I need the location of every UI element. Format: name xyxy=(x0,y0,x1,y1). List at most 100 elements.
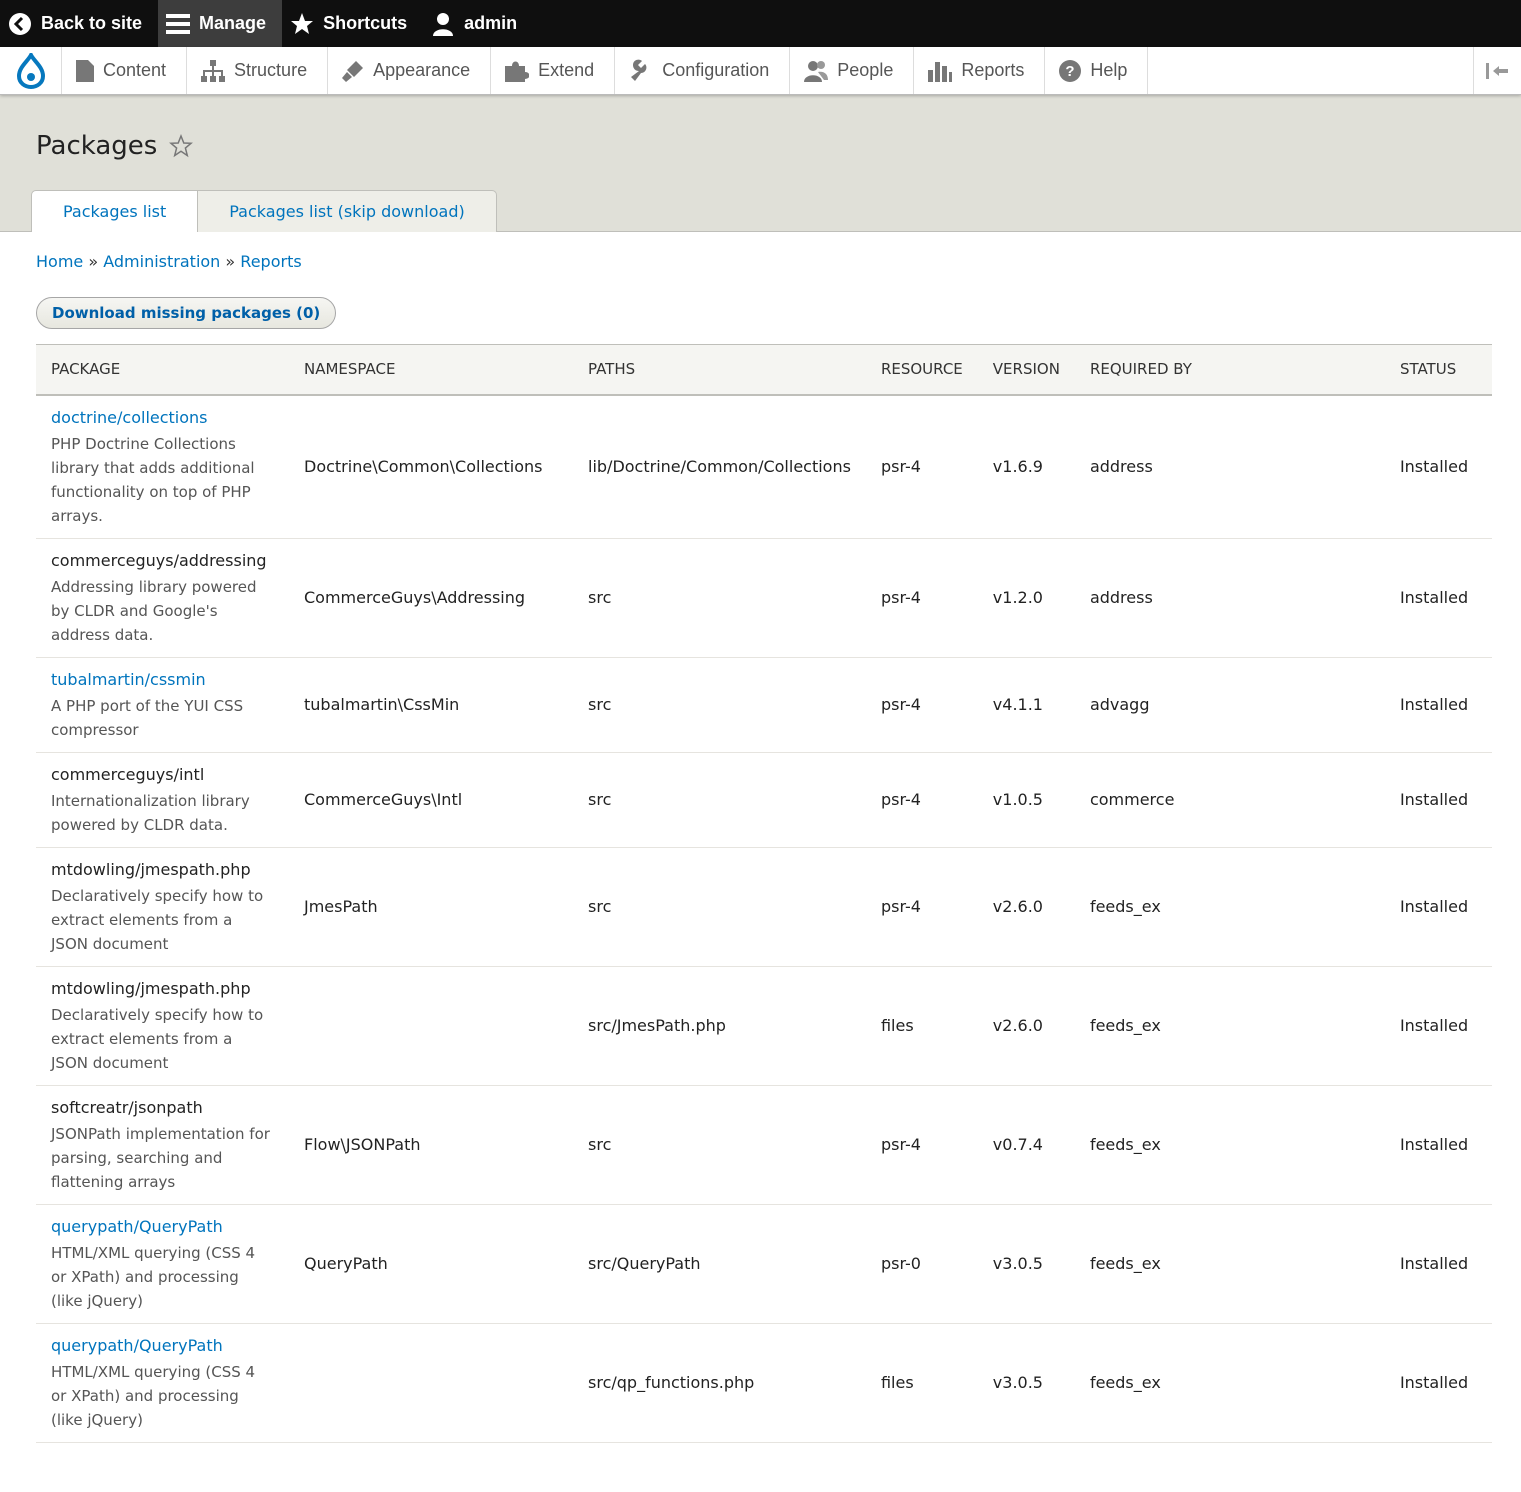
cell-status: Installed xyxy=(1384,752,1492,848)
table-row: querypath/QueryPath HTML/XML querying (CS… xyxy=(36,1204,1492,1324)
cell-status: Installed xyxy=(1384,847,1492,967)
menu-structure[interactable]: Structure xyxy=(187,47,329,94)
tab-packages-list[interactable]: Packages list xyxy=(31,190,199,232)
puzzle-icon xyxy=(505,61,530,82)
tab-packages-list-skip-download[interactable]: Packages list (skip download) xyxy=(198,190,497,232)
package-name: mtdowling/jmespath.php xyxy=(51,859,251,879)
cell-version: v3.0.5 xyxy=(977,1323,1075,1443)
header-package[interactable]: Package xyxy=(36,344,289,396)
cell-required-by: feeds_ex xyxy=(1074,847,1385,967)
cell-status: Installed xyxy=(1384,538,1492,658)
package-name-link[interactable]: querypath/QueryPath xyxy=(51,1215,274,1239)
cell-namespace: CommerceGuys\Addressing xyxy=(289,538,573,658)
cell-paths: src xyxy=(573,847,866,967)
star-outline-icon[interactable] xyxy=(169,134,194,158)
package-name: softcreatr/jsonpath xyxy=(51,1097,203,1117)
page-title-wrap: Packages xyxy=(36,131,194,161)
menu-label: Configuration xyxy=(662,60,770,80)
cell-resource: psr-4 xyxy=(865,538,978,658)
primary-tabs: Packages list Packages list (skip downlo… xyxy=(31,190,497,232)
user-tab[interactable]: admin xyxy=(423,0,533,47)
manage-tab[interactable]: Manage xyxy=(158,0,283,47)
back-to-site-link[interactable]: Back to site xyxy=(0,0,158,47)
package-name-link[interactable]: tubalmartin/cssmin xyxy=(51,668,274,692)
cell-namespace: QueryPath xyxy=(289,1204,573,1324)
cell-package: tubalmartin/cssmin A PHP port of the YUI … xyxy=(36,657,289,753)
menu-label: People xyxy=(837,60,894,80)
breadcrumb-administration[interactable]: Administration xyxy=(103,252,220,271)
breadcrumb: Home » Administration » Reports xyxy=(36,252,1492,271)
paintbrush-icon xyxy=(342,60,364,82)
download-missing-packages-button[interactable]: Download missing packages (0) xyxy=(36,297,337,329)
collapse-arrow-icon xyxy=(1485,62,1508,79)
bar-chart-icon xyxy=(928,61,953,82)
breadcrumb-separator: » xyxy=(225,252,236,271)
cell-paths: src/JmesPath.php xyxy=(573,966,866,1086)
breadcrumb-reports[interactable]: Reports xyxy=(240,252,301,271)
breadcrumb-separator: » xyxy=(88,252,99,271)
menu-extend[interactable]: Extend xyxy=(491,47,616,94)
cell-version: v4.1.1 xyxy=(977,657,1075,753)
package-description: Internationalization library powered by … xyxy=(51,791,250,834)
menu-appearance[interactable]: Appearance xyxy=(328,47,492,94)
cell-status: Installed xyxy=(1384,394,1492,539)
cell-resource: psr-4 xyxy=(865,657,978,753)
wrench-icon xyxy=(631,59,647,81)
table-row: commerceguys/addressing Addressing librar… xyxy=(36,538,1492,658)
cell-package: commerceguys/intl Internationalization li… xyxy=(36,752,289,848)
menu-help[interactable]: ? Help xyxy=(1045,47,1149,94)
cell-version: v0.7.4 xyxy=(977,1085,1075,1205)
orientation-toggle[interactable] xyxy=(1473,47,1521,94)
package-name-link[interactable]: doctrine/collections xyxy=(51,406,274,430)
package-name: mtdowling/jmespath.php xyxy=(51,978,251,998)
back-arrow-icon xyxy=(9,12,31,35)
user-icon xyxy=(433,12,454,36)
hamburger-icon xyxy=(166,13,191,34)
menu-people[interactable]: People xyxy=(790,47,915,94)
menu-configuration[interactable]: Configuration xyxy=(615,47,791,94)
cell-version: v1.6.9 xyxy=(977,394,1075,539)
header-version[interactable]: Version xyxy=(977,344,1075,396)
menu-label: Appearance xyxy=(373,60,471,80)
page-header: Packages Packages list Packages list (sk… xyxy=(0,95,1521,232)
package-name-link[interactable]: querypath/QueryPath xyxy=(51,1334,274,1358)
cell-required-by: feeds_ex xyxy=(1074,1085,1385,1205)
cell-resource: psr-4 xyxy=(865,847,978,967)
package-description: A PHP port of the YUI CSS compressor xyxy=(51,696,244,739)
cell-package: doctrine/collections PHP Doctrine Collect… xyxy=(36,394,289,539)
cell-status: Installed xyxy=(1384,1323,1492,1443)
table-header-row: Package Namespace Paths Resource Version… xyxy=(36,344,1492,396)
cell-required-by: feeds_ex xyxy=(1074,966,1385,1086)
shortcuts-tab[interactable]: Shortcuts xyxy=(282,0,423,47)
cell-version: v1.2.0 xyxy=(977,538,1075,658)
cell-namespace: tubalmartin\CssMin xyxy=(289,657,573,753)
cell-resource: psr-4 xyxy=(865,752,978,848)
cell-required-by: advagg xyxy=(1074,657,1385,753)
header-namespace[interactable]: Namespace xyxy=(289,344,573,396)
cell-required-by: address xyxy=(1074,394,1385,539)
table-row: querypath/QueryPath HTML/XML querying (CS… xyxy=(36,1323,1492,1443)
cell-package: querypath/QueryPath HTML/XML querying (CS… xyxy=(36,1323,289,1443)
header-resource[interactable]: Resource xyxy=(865,344,978,396)
menu-label: Reports xyxy=(961,60,1025,80)
breadcrumb-home[interactable]: Home xyxy=(36,252,83,271)
cell-namespace: JmesPath xyxy=(289,847,573,967)
package-description: Declaratively specify how to extract ele… xyxy=(51,886,264,953)
table-row: commerceguys/intl Internationalization li… xyxy=(36,752,1492,848)
menu-content[interactable]: Content xyxy=(62,47,188,94)
cell-resource: psr-4 xyxy=(865,394,978,539)
cell-paths: src xyxy=(573,538,866,658)
header-paths[interactable]: Paths xyxy=(573,344,866,396)
menu-reports[interactable]: Reports xyxy=(914,47,1046,94)
header-status[interactable]: Status xyxy=(1384,344,1492,396)
table-row: softcreatr/jsonpath JSONPath implementati… xyxy=(36,1085,1492,1205)
svg-text:?: ? xyxy=(1066,63,1075,80)
package-description: PHP Doctrine Collections library that ad… xyxy=(51,434,255,525)
cell-package: softcreatr/jsonpath JSONPath implementati… xyxy=(36,1085,289,1205)
table-row: mtdowling/jmespath.php Declaratively spec… xyxy=(36,966,1492,1086)
shortcuts-label: Shortcuts xyxy=(323,13,408,33)
cell-required-by: feeds_ex xyxy=(1074,1323,1385,1443)
drupal-logo[interactable] xyxy=(0,47,62,94)
header-required-by[interactable]: Required by xyxy=(1074,344,1385,396)
cell-paths: src xyxy=(573,657,866,753)
